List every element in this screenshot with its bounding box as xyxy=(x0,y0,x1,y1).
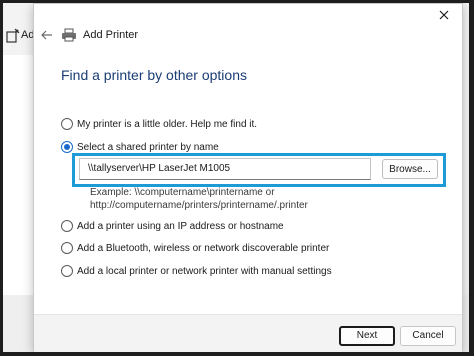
option-bluetooth-wireless[interactable]: Add a Bluetooth, wireless or network dis… xyxy=(61,240,329,256)
example-text: Example: \\computername\printername or h… xyxy=(90,186,308,212)
example-line-1: Example: \\computername\printername or xyxy=(90,187,275,198)
radio-ip-address[interactable] xyxy=(61,220,73,232)
background-window-pane xyxy=(3,55,34,295)
dialog-footer: Next Cancel xyxy=(34,314,462,352)
dialog-title: Add Printer xyxy=(83,29,139,41)
printer-icon xyxy=(62,28,76,42)
back-arrow-icon[interactable] xyxy=(39,27,55,43)
radio-local-manual[interactable] xyxy=(61,265,73,277)
option-local-manual-label: Add a local printer or network printer w… xyxy=(77,265,332,277)
option-ip-address[interactable]: Add a printer using an IP address or hos… xyxy=(61,218,284,234)
background-app-icon xyxy=(6,28,20,43)
option-older-printer-label: My printer is a little older. Help me fi… xyxy=(77,118,258,130)
option-older-printer[interactable]: My printer is a little older. Help me fi… xyxy=(61,116,257,132)
option-bluetooth-wireless-label: Add a Bluetooth, wireless or network dis… xyxy=(77,242,330,254)
radio-bluetooth-wireless[interactable] xyxy=(61,242,73,254)
browse-button[interactable]: Browse... xyxy=(382,159,438,179)
add-printer-dialog: Add Printer Find a printer by other opti… xyxy=(33,3,463,352)
cancel-button[interactable]: Cancel xyxy=(400,326,456,346)
radio-shared-printer[interactable] xyxy=(61,141,73,153)
radio-older-printer[interactable] xyxy=(61,118,73,130)
shared-printer-name-input[interactable]: \\tallyserver\HP LaserJet M1005 xyxy=(79,158,371,180)
option-shared-printer-label: Select a shared printer by name xyxy=(77,141,219,153)
page-heading: Find a printer by other options xyxy=(61,67,247,83)
close-icon[interactable] xyxy=(434,6,454,24)
next-button[interactable]: Next xyxy=(339,326,395,346)
example-line-2: http://computername/printers/printername… xyxy=(90,200,308,211)
option-local-manual[interactable]: Add a local printer or network printer w… xyxy=(61,263,332,279)
screenshot-frame: Ad Add Printer Find a printer by other o… xyxy=(3,3,469,352)
option-ip-address-label: Add a printer using an IP address or hos… xyxy=(77,220,284,232)
